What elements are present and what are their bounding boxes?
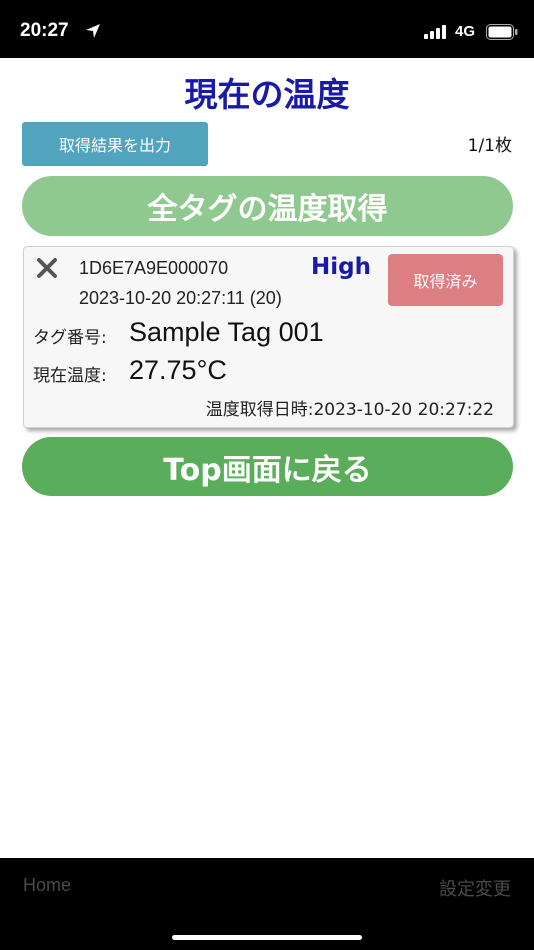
current-temperature-value: 27.75°C xyxy=(129,355,227,385)
tag-number-label: タグ番号: xyxy=(33,328,107,348)
acquired-status-button[interactable]: 取得済み xyxy=(388,254,503,306)
fetch-all-temperatures-button[interactable]: 全タグの温度取得 xyxy=(22,176,513,236)
back-to-top-button[interactable]: Top画面に戻る xyxy=(22,437,513,496)
signal-icon xyxy=(424,25,446,39)
tag-number-value: Sample Tag 001 xyxy=(129,317,324,347)
tab-settings[interactable]: 設定変更 xyxy=(439,875,511,901)
page-count: 1/1枚 xyxy=(467,136,512,156)
tag-card: 1D6E7A9E000070 High 2023-10-20 20:27:11 … xyxy=(23,246,514,428)
current-temperature-label: 現在温度: xyxy=(33,366,107,386)
network-type: 4G xyxy=(455,23,476,40)
status-bar: 20:27 4G xyxy=(0,0,534,58)
status-time: 20:27 xyxy=(20,20,69,41)
close-icon[interactable] xyxy=(36,257,58,279)
battery-icon xyxy=(486,24,518,40)
tag-id: 1D6E7A9E000070 xyxy=(79,258,229,278)
temperature-acquired-time: 温度取得日時:2023-10-20 20:27:22 xyxy=(205,400,494,420)
acquired-datetime: 2023-10-20 20:27:11 (20) xyxy=(79,288,282,308)
export-results-button[interactable]: 取得結果を出力 xyxy=(22,122,208,166)
home-indicator xyxy=(172,935,362,940)
tab-home[interactable]: Home xyxy=(23,875,71,896)
level-label: High xyxy=(311,254,371,280)
page-title: 現在の温度 xyxy=(184,75,350,114)
location-arrow-icon xyxy=(86,24,100,38)
